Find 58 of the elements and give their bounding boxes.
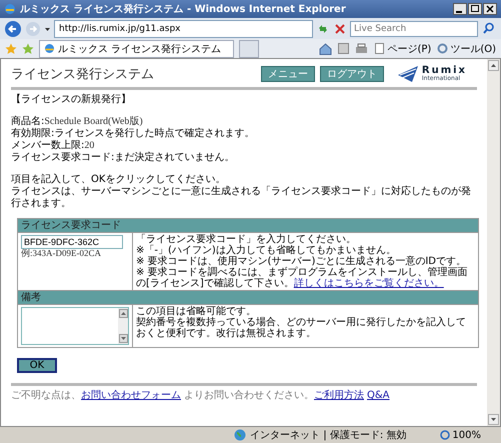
info-label: メンバー数上限: <box>11 140 84 151</box>
info-label: 有効期限: <box>11 128 54 139</box>
logo-name: Rumix <box>422 66 467 76</box>
minimize-icon[interactable] <box>453 3 467 15</box>
help-text: ※ 要求コードを調べるには、まずプログラムをインストールし、管理画面の[ライセンス]で確認して下さい。詳しくはこちらをご覧ください。 <box>136 267 469 289</box>
stop-icon[interactable] <box>333 22 347 36</box>
section-heading: 【ライセンスの新規発行】 <box>11 94 132 106</box>
help-text: ※ 要求コードは、使用マシン(サーバー)ごとに生成される一意のIDです。 <box>136 256 468 267</box>
scroll-up-icon[interactable] <box>118 309 128 318</box>
help-text: 「ライセンス要求コード」を入力してください。 <box>136 234 357 245</box>
globe-icon[interactable] <box>234 429 246 441</box>
search-field[interactable]: Live Search <box>350 20 478 36</box>
footer-link[interactable]: ご利用方法 <box>314 390 364 401</box>
page-icon[interactable] <box>44 43 55 54</box>
browser-icon[interactable] <box>4 3 16 15</box>
page-title: ライセンス発行システム <box>11 66 155 83</box>
help-text: ※「-」(ハイフン)は入力しても省略してもかまいません。 <box>136 245 397 256</box>
scroll-up-icon[interactable] <box>488 60 499 71</box>
footer-text: ご不明な点は、 <box>11 390 81 401</box>
browser-tab[interactable]: ルミックス ライセンス発行システム <box>39 40 234 58</box>
toolbar-menu[interactable]: ツール(O) <box>437 42 496 56</box>
help-link[interactable]: 詳しくはこちらをご覧ください。 <box>294 278 444 289</box>
example-text: 例:343A-D09E-02CA <box>21 249 102 259</box>
page-icon[interactable] <box>374 43 386 54</box>
logo-icon[interactable] <box>398 65 420 83</box>
security-zone: インターネット | 保護モード: 無効 <box>250 428 406 442</box>
section-header: 備考 <box>18 290 478 304</box>
notes-field[interactable] <box>21 307 129 345</box>
instruction-text: 項目を記入して、OKをクリックしてください。 <box>11 174 226 186</box>
footer-link[interactable]: Q&A <box>367 390 390 401</box>
info-label: ライセンス要求コード: <box>11 152 114 163</box>
maximize-icon[interactable] <box>468 3 482 15</box>
window-title: ルミックス ライセンス発行システム - Windows Internet Explorer <box>20 2 346 16</box>
info-label: 商品名: <box>11 116 44 127</box>
info-value: 20 <box>84 140 94 151</box>
info-value: まだ決定されていません。 <box>114 152 234 163</box>
footer-link[interactable]: お問い合わせフォーム <box>81 390 181 401</box>
info-value: ライセンスを発行した時点で確定されます。 <box>54 128 254 139</box>
code-field[interactable]: BFDE-9DFC-362C <box>21 235 123 249</box>
back-icon[interactable] <box>4 20 22 38</box>
new-tab-button[interactable] <box>239 40 259 58</box>
ok-button[interactable]: OK <box>17 358 57 373</box>
info-value: Schedule Board(Web版) <box>44 116 143 127</box>
instruction-text: ライセンスは、サーバーマシンごとに一意に生成される「ライセンス要求コード」に対応したものが発行されます。 <box>11 186 472 210</box>
help-text: 契約番号を複数持っている場合、どのサーバー用に発行したかを記入しておくと便利です。改行は無視されます。 <box>136 317 467 339</box>
toolbar-menu[interactable]: ページ(P) <box>374 42 432 56</box>
help-text: この項目は省略可能です。 <box>136 306 257 317</box>
zoom-control[interactable]: 100% <box>440 430 481 440</box>
favorites-star-icon[interactable] <box>5 42 17 54</box>
section-header: ライセンス要求コード <box>18 218 478 232</box>
home-icon[interactable] <box>319 42 332 54</box>
footer-text: よりお問い合わせください。 <box>184 390 314 401</box>
close-icon[interactable] <box>483 3 497 15</box>
address-field[interactable]: http://lis.rumix.jp/g11.aspx <box>54 20 313 38</box>
print-icon[interactable] <box>355 42 368 54</box>
scroll-down-icon[interactable] <box>488 414 499 425</box>
scrollbar[interactable] <box>487 59 500 426</box>
scroll-down-icon[interactable] <box>118 334 128 343</box>
